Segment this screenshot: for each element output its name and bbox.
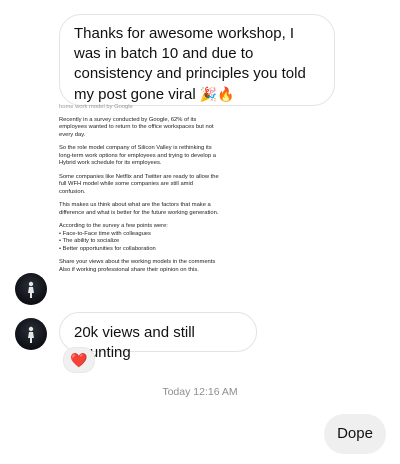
person-silhouette-icon [28, 281, 34, 298]
post-paragraph: Share your views about the working model… [59, 259, 216, 273]
received-message-bubble[interactable]: Thanks for awesome workshop, I was in ba… [59, 14, 335, 106]
message-text: Thanks for awesome workshop, I was in ba… [74, 25, 306, 103]
post-paragraph: Recently in a survey conducted by Google… [59, 116, 214, 138]
heart-reaction-icon[interactable]: ❤️ [63, 347, 95, 373]
post-paragraph: According to the survey a few points wer… [59, 223, 168, 252]
shared-post-screenshot[interactable]: home work model by Google Recently in a … [59, 104, 219, 280]
message-timestamp: Today 12:16 AM [162, 386, 238, 398]
sent-message-bubble[interactable]: Dope [324, 414, 386, 454]
post-top-line: home work model by Google [59, 104, 133, 110]
post-paragraph: Some companies like Netflix and Twitter … [59, 173, 219, 195]
person-silhouette-icon [28, 326, 34, 343]
party-fire-emoji-icon: 🎉🔥 [199, 86, 235, 102]
contact-avatar-icon[interactable] [15, 318, 47, 350]
received-message-bubble[interactable]: 20k views and still counting [59, 312, 257, 361]
contact-avatar-icon[interactable] [15, 273, 47, 305]
post-paragraph: This makes us think about what are the f… [59, 202, 219, 216]
post-paragraph: So the role model company of Silicon Val… [59, 145, 216, 166]
